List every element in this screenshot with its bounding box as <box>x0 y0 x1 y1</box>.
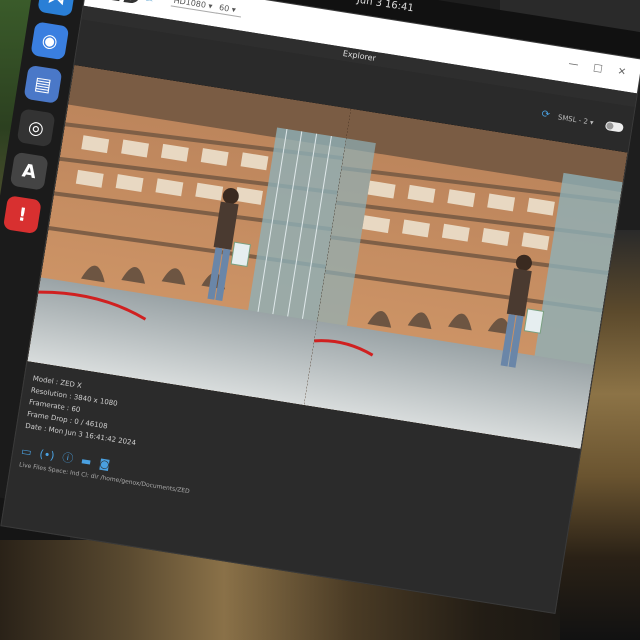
resolution-value: HD1080 <box>173 0 207 10</box>
right-camera-image <box>303 108 628 449</box>
refresh-icon[interactable]: ⟳ <box>541 109 551 121</box>
obs-icon[interactable]: ◎ <box>16 108 56 148</box>
text-editor-icon[interactable]: ▤ <box>23 64 63 104</box>
resolution-select[interactable]: HD1080 ▾ <box>170 0 219 14</box>
toggle-switch[interactable] <box>604 120 625 133</box>
snapshot-icon[interactable]: ◙ <box>98 457 111 472</box>
stream-label: SMSL - 2 <box>557 113 589 126</box>
fps-value: 60 <box>218 2 230 14</box>
inkscape-icon[interactable]: A <box>9 151 49 191</box>
stream-select[interactable]: SMSL - 2 ▾ <box>557 113 594 127</box>
desktop: ⋊◉▤◎A! Jun 3 16:41 ⏻ ◔ ▾ ZED Ex HD1080 ▾… <box>0 0 640 640</box>
record-icon[interactable]: (•) <box>39 447 56 462</box>
atrium-scene-left <box>27 64 351 406</box>
warning-icon[interactable]: ! <box>2 195 42 235</box>
vscode-icon[interactable]: ⋊ <box>37 0 77 17</box>
fps-select[interactable]: 60 ▾ <box>216 2 243 18</box>
window-controls[interactable]: — □ ✕ <box>568 58 633 79</box>
chevron-down-icon: ▾ <box>207 1 214 11</box>
chromium-icon[interactable]: ◉ <box>30 21 70 61</box>
stream-controls: ⟳ SMSL - 2 ▾ <box>535 108 625 133</box>
svo-icon[interactable]: ▬ <box>80 454 92 468</box>
monitor-screen: ⋊◉▤◎A! Jun 3 16:41 ⏻ ◔ ▾ ZED Ex HD1080 ▾… <box>0 0 640 640</box>
atrium-scene-right <box>303 108 628 449</box>
left-camera-image <box>27 64 351 406</box>
clock[interactable]: Jun 3 16:41 <box>356 0 414 14</box>
open-folder-icon[interactable]: ▭ <box>20 445 32 459</box>
stream-toggle[interactable] <box>601 120 625 133</box>
chevron-down-icon: ▾ <box>589 118 595 127</box>
chevron-down-icon: ▾ <box>231 4 237 15</box>
info-icon[interactable]: ⓘ <box>61 449 74 467</box>
zed-logo-subtitle: Ex <box>145 0 153 3</box>
zed-explorer-window: ZED Ex HD1080 ▾ 60 ▾ — □ ✕ Explorer ⟳ <box>0 0 640 614</box>
